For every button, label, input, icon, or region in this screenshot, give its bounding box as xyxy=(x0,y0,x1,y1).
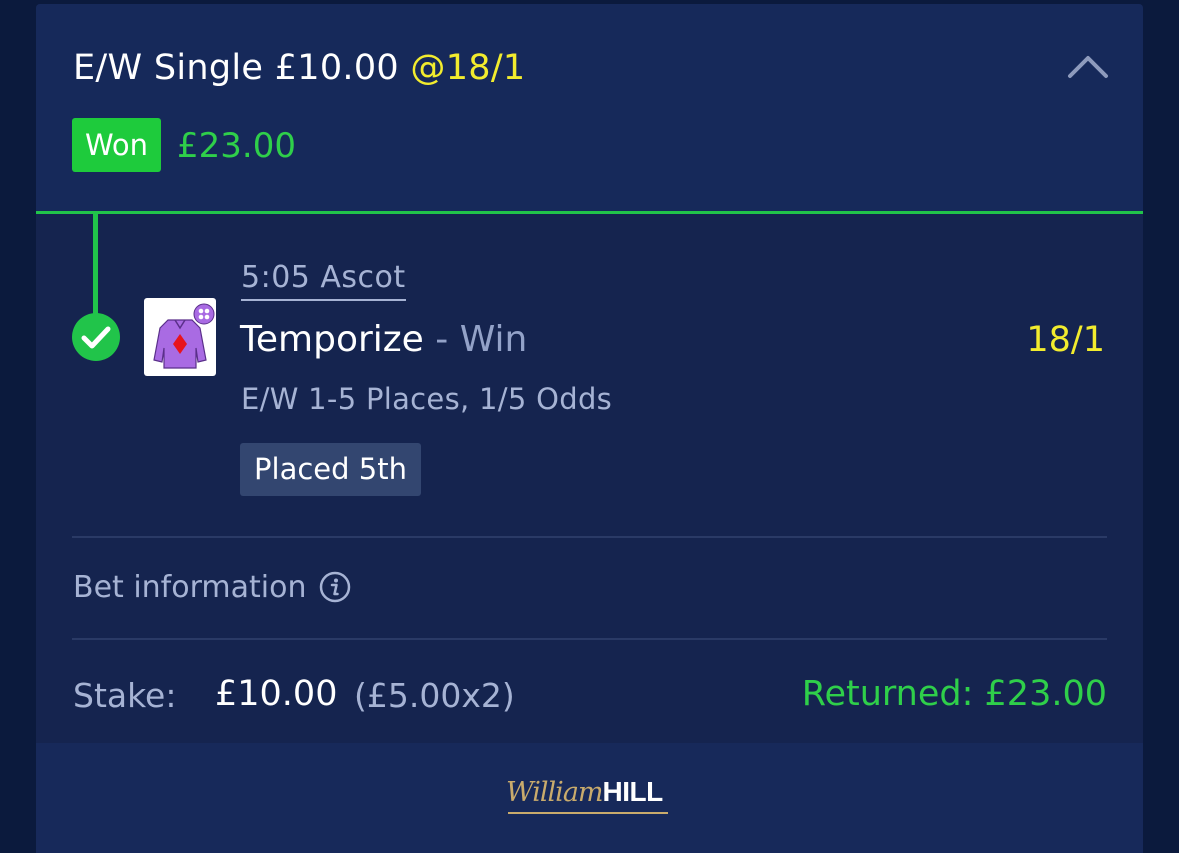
selection-odds: 18/1 xyxy=(1026,320,1105,360)
stake-value: £10.00 xyxy=(215,674,338,714)
race-link[interactable]: 5:05 Ascot xyxy=(241,260,406,301)
horse-name: Temporize xyxy=(240,319,424,360)
logo-bold: HILL xyxy=(602,776,664,807)
status-badge: Won xyxy=(72,118,161,172)
divider xyxy=(72,638,1107,640)
returned-amount: Returned: £23.00 xyxy=(801,674,1107,714)
market-name: Win xyxy=(459,319,528,360)
jockey-silk-icon xyxy=(144,298,216,376)
jockey-silk-graphic xyxy=(153,303,215,369)
result-badge: Placed 5th xyxy=(240,443,421,496)
won-amount: £23.00 xyxy=(177,126,296,166)
chevron-up-icon[interactable] xyxy=(1066,44,1110,84)
logo-underline xyxy=(508,812,668,814)
bet-type: E/W Single xyxy=(73,48,264,88)
footer: WilliamHILL xyxy=(36,743,1143,853)
each-way-terms: E/W 1-5 Places, 1/5 Odds xyxy=(241,382,613,416)
bet-odds: @18/1 xyxy=(410,48,526,88)
info-icon[interactable] xyxy=(319,571,351,603)
status-connector-line xyxy=(93,214,98,316)
selection-line: Temporize - Win xyxy=(240,319,527,360)
logo-script: William xyxy=(506,777,604,808)
william-hill-logo: WilliamHILL xyxy=(506,776,668,814)
stake-label: Stake: xyxy=(73,676,177,715)
stake-split: (£5.00x2) xyxy=(354,676,515,715)
bet-card: E/W Single £10.00 @18/1 Won £23.00 5:05 … xyxy=(36,4,1143,853)
selection-separator: - xyxy=(423,319,460,360)
bet-title: E/W Single £10.00 @18/1 xyxy=(73,48,526,88)
bet-header[interactable]: E/W Single £10.00 @18/1 Won £23.00 xyxy=(36,4,1143,214)
divider xyxy=(72,536,1107,538)
check-circle-icon xyxy=(72,313,120,361)
bet-information-label[interactable]: Bet information xyxy=(73,570,306,605)
bet-stake: £10.00 xyxy=(274,48,399,88)
